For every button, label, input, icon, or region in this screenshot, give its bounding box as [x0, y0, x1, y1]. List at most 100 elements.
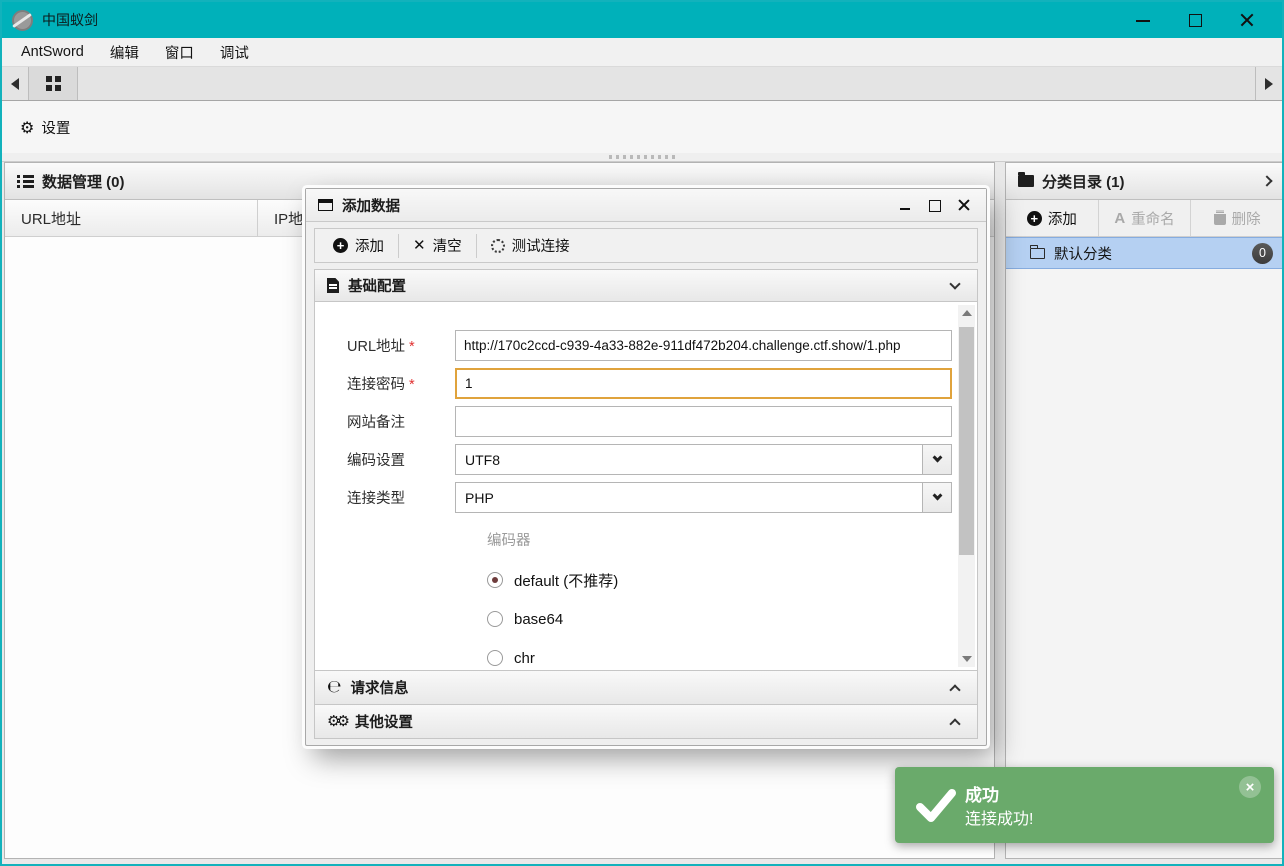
dialog-add-button[interactable]: + 添加	[319, 234, 398, 258]
encoding-select[interactable]: UTF8	[455, 444, 952, 475]
list-icon	[17, 174, 34, 188]
tab-scroll-left-button[interactable]	[2, 67, 29, 100]
dialog-test-label: 测试连接	[511, 239, 570, 255]
section-request-info-header[interactable]: ℮ 请求信息	[315, 670, 977, 704]
dialog-add-label: 添加	[355, 239, 384, 255]
encoder-option-default-label: default (不推荐)	[514, 572, 619, 590]
rename-icon: A	[1114, 209, 1126, 227]
note-input[interactable]	[455, 406, 952, 437]
menu-debug[interactable]: 调试	[207, 38, 262, 67]
required-asterisk: *	[409, 339, 415, 355]
required-asterisk: *	[409, 377, 415, 393]
arrow-right-icon	[1265, 77, 1273, 90]
category-item-label: 默认分类	[1054, 246, 1112, 263]
tab-scroll-right-button[interactable]	[1255, 67, 1282, 100]
scroll-up-button[interactable]	[958, 305, 975, 321]
dialog-scrollbar[interactable]	[958, 305, 975, 667]
spinner-icon	[490, 238, 505, 253]
menu-window[interactable]: 窗口	[152, 38, 207, 67]
connection-type-select-button[interactable]	[922, 483, 951, 512]
settings-button-label: 设置	[41, 121, 71, 137]
add-data-dialog: 添加数据 + 添加 ✕ 清空 测试连接 基础配置 URL地址 * http://…	[305, 188, 987, 746]
toast-close-button[interactable]	[1239, 776, 1261, 798]
section-other-settings-header[interactable]: ⚙⚙ 其他设置	[315, 704, 977, 738]
maximize-button[interactable]	[1188, 13, 1202, 27]
encoder-option-base64[interactable]: base64	[487, 610, 977, 628]
window-titlebar: 中国蚁剑	[2, 2, 1282, 38]
window-icon	[318, 199, 333, 211]
connection-type-select-value: PHP	[465, 489, 494, 506]
menu-edit[interactable]: 编辑	[97, 38, 152, 67]
toast-message: 连接成功!	[965, 811, 1034, 828]
document-icon	[327, 278, 339, 293]
settings-button[interactable]: ⚙ 设置	[20, 117, 70, 138]
category-add-button[interactable]: + 添加	[1006, 200, 1098, 236]
url-input[interactable]	[455, 330, 952, 361]
category-sidebar: 分类目录 (1) + 添加 A 重命名 删除 默认分类 0	[1005, 162, 1282, 859]
clear-x-icon: ✕	[413, 237, 426, 254]
encoder-option-chr[interactable]: chr	[487, 649, 977, 667]
encoder-option-default[interactable]: default (不推荐)	[487, 571, 977, 590]
dialog-clear-button[interactable]: ✕ 清空	[398, 233, 476, 258]
exchange-icon: ℮	[327, 677, 342, 697]
category-rename-label: 重命名	[1131, 211, 1175, 228]
success-toast: 成功 连接成功!	[895, 767, 1274, 843]
gears-icon: ⚙⚙	[327, 712, 350, 730]
minimize-button[interactable]	[1136, 13, 1150, 27]
data-panel-title: 数据管理 (0)	[42, 173, 125, 191]
close-button[interactable]	[1240, 13, 1254, 27]
menubar: AntSword 编辑 窗口 调试	[2, 38, 1282, 67]
url-field-label: URL地址 *	[347, 339, 415, 355]
scroll-down-button[interactable]	[958, 651, 975, 667]
section-basic-config-header[interactable]: 基础配置	[315, 270, 977, 301]
section-basic-config-content: URL地址* 连接密码* 网站备注	[315, 301, 977, 670]
trash-icon	[1213, 211, 1226, 225]
section-request-info-title: 请求信息	[350, 681, 409, 697]
radio-icon[interactable]	[487, 611, 503, 627]
tab-home[interactable]	[29, 67, 78, 100]
column-header-url[interactable]: URL地址	[5, 200, 258, 236]
encoding-select-button[interactable]	[922, 445, 951, 474]
dialog-maximize-button[interactable]	[929, 199, 941, 212]
gear-icon: ⚙	[20, 117, 35, 137]
encoder-group-label: 编码器	[487, 533, 531, 549]
category-toolbar: + 添加 A 重命名 删除	[1006, 200, 1282, 237]
dialog-close-button[interactable]	[958, 199, 970, 211]
encoder-option-base64-label: base64	[514, 610, 564, 628]
password-input[interactable]	[455, 368, 952, 399]
encoder-option-chr-label: chr	[514, 649, 535, 667]
folder-open-icon	[1030, 244, 1045, 259]
category-sidebar-title: 分类目录 (1)	[1042, 173, 1125, 191]
plus-circle-icon: +	[1026, 210, 1042, 226]
chevron-down-icon	[932, 490, 942, 501]
dialog-accordion: 基础配置 URL地址* 连接密码*	[314, 269, 978, 739]
scrollbar-thumb[interactable]	[959, 327, 974, 555]
dialog-minimize-button[interactable]	[900, 199, 912, 211]
type-field-label: 连接类型	[347, 491, 405, 507]
toast-title: 成功	[965, 786, 999, 805]
category-delete-label: 删除	[1231, 211, 1261, 228]
note-field-label: 网站备注	[347, 415, 405, 431]
category-rename-button[interactable]: A 重命名	[1097, 200, 1191, 236]
category-delete-button[interactable]: 删除	[1190, 200, 1282, 236]
dialog-test-connection-button[interactable]: 测试连接	[475, 233, 584, 258]
menu-antsword[interactable]: AntSword	[8, 40, 97, 64]
dialog-titlebar[interactable]: 添加数据	[306, 189, 986, 222]
plus-circle-icon: +	[333, 238, 348, 253]
dialog-clear-label: 清空	[432, 239, 462, 255]
category-count-badge: 0	[1252, 242, 1273, 264]
splitter-handle-icon	[609, 155, 675, 159]
radio-icon[interactable]	[487, 650, 503, 666]
chevron-right-icon[interactable]	[1261, 175, 1273, 187]
encoding-field-label: 编码设置	[347, 453, 405, 469]
horizontal-splitter[interactable]	[2, 153, 1282, 162]
window-title: 中国蚁剑	[42, 12, 98, 28]
category-item-default[interactable]: 默认分类 0	[1006, 237, 1282, 269]
radio-selected-icon[interactable]	[487, 572, 503, 588]
dialog-toolbar: + 添加 ✕ 清空 测试连接	[314, 228, 978, 263]
app-window: 中国蚁剑 AntSword 编辑 窗口 调试 ⚙ 设置 数据管理 (0) URL…	[0, 0, 1284, 866]
chevron-up-icon	[949, 683, 961, 696]
arrow-left-icon	[11, 77, 19, 90]
dialog-title: 添加数据	[342, 198, 400, 215]
connection-type-select[interactable]: PHP	[455, 482, 952, 513]
